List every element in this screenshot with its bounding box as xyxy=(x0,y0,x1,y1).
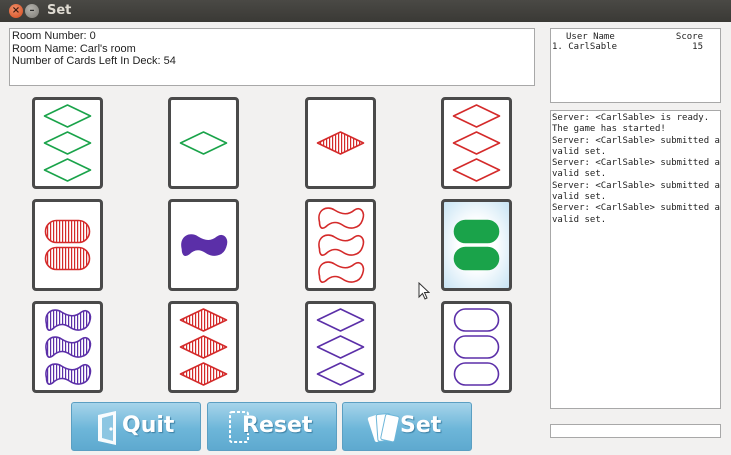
set-card[interactable] xyxy=(32,199,103,291)
squiggle-symbol xyxy=(45,363,92,385)
mouse-pointer-icon xyxy=(418,282,430,300)
quit-button[interactable]: Quit xyxy=(71,402,201,451)
close-icon[interactable]: × xyxy=(9,4,23,18)
card-symbols xyxy=(43,104,92,182)
oval-symbol xyxy=(453,246,500,271)
diamond-symbol xyxy=(316,362,365,386)
squiggle-symbol xyxy=(181,234,228,256)
card-symbols xyxy=(316,131,365,155)
diamond-symbol xyxy=(179,362,228,386)
squiggle-symbol xyxy=(45,336,92,358)
diamond-symbol xyxy=(316,335,365,359)
server-log[interactable]: Server: <CarlSable> is ready. The game h… xyxy=(550,110,721,409)
diamond-symbol xyxy=(43,158,92,182)
set-card[interactable] xyxy=(441,301,512,393)
set-card[interactable] xyxy=(32,301,103,393)
squiggle-symbol xyxy=(318,234,365,256)
oval-symbol xyxy=(453,362,500,386)
set-card[interactable] xyxy=(441,97,512,189)
diamond-symbol xyxy=(43,104,92,128)
set-card[interactable] xyxy=(305,199,376,291)
room-name: Room Name: Carl's room xyxy=(12,42,136,55)
card-symbols xyxy=(44,219,91,271)
card-symbols xyxy=(179,308,228,386)
card-symbols xyxy=(453,219,500,271)
scoreboard-header-score: Score xyxy=(675,32,703,42)
oval-symbol xyxy=(453,335,500,359)
diamond-symbol xyxy=(316,308,365,332)
reset-button[interactable]: Reset xyxy=(207,402,337,451)
reset-button-label: Reset xyxy=(242,413,313,438)
oval-symbol xyxy=(44,219,91,244)
room-info-panel: Room Number: 0 Room Name: Carl's room Nu… xyxy=(9,28,535,86)
card-symbols xyxy=(318,207,365,283)
diamond-symbol xyxy=(452,131,501,155)
set-card[interactable] xyxy=(168,301,239,393)
diamond-symbol xyxy=(452,104,501,128)
card-symbols xyxy=(45,309,92,385)
card-symbols xyxy=(181,234,228,256)
scoreboard-player-name: 1. CarlSable xyxy=(552,42,618,52)
diamond-symbol xyxy=(452,158,501,182)
diamond-symbol xyxy=(179,131,228,155)
oval-symbol xyxy=(453,219,500,244)
room-number: Room Number: 0 xyxy=(12,30,96,42)
card-symbols xyxy=(316,308,365,386)
card-symbols xyxy=(179,131,228,155)
set-card[interactable] xyxy=(305,97,376,189)
set-button-label: Set xyxy=(400,413,442,438)
diamond-symbol xyxy=(179,335,228,359)
quit-button-label: Quit xyxy=(122,413,175,438)
oval-symbol xyxy=(453,308,500,332)
diamond-symbol xyxy=(179,308,228,332)
diamond-symbol xyxy=(316,131,365,155)
minimize-icon[interactable]: – xyxy=(25,4,39,18)
card-symbols xyxy=(452,104,501,182)
cards-icon xyxy=(367,413,400,443)
oval-symbol xyxy=(44,246,91,271)
set-card[interactable] xyxy=(168,97,239,189)
scoreboard-header-name: User Name xyxy=(566,32,615,42)
window-title: Set xyxy=(47,3,72,18)
set-button[interactable]: Set xyxy=(342,402,472,451)
scoreboard: User Name Score 1. CarlSable 15 xyxy=(550,28,721,103)
window-titlebar[interactable]: × – Set xyxy=(0,0,731,22)
set-card[interactable] xyxy=(305,301,376,393)
squiggle-symbol xyxy=(318,207,365,229)
scoreboard-player-score: 15 xyxy=(692,42,703,52)
set-card[interactable] xyxy=(32,97,103,189)
chat-input[interactable] xyxy=(550,424,721,438)
card-symbols xyxy=(453,308,500,386)
set-card[interactable] xyxy=(441,199,512,291)
cards-left: Number of Cards Left In Deck: 54 xyxy=(12,55,176,67)
diamond-symbol xyxy=(43,131,92,155)
squiggle-symbol xyxy=(318,261,365,283)
squiggle-symbol xyxy=(45,309,92,331)
set-card[interactable] xyxy=(168,199,239,291)
door-icon xyxy=(98,411,116,445)
